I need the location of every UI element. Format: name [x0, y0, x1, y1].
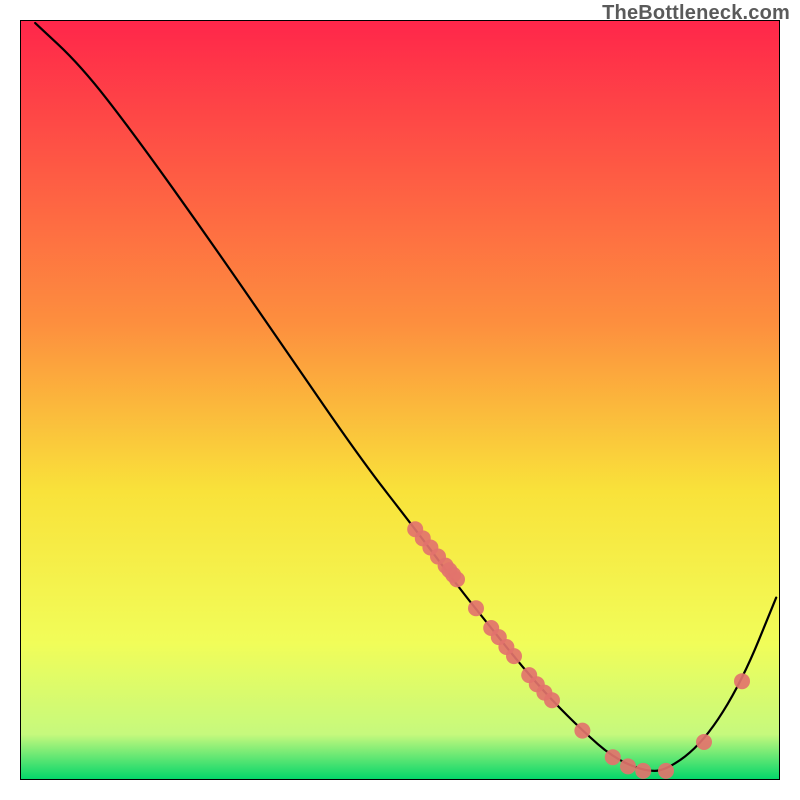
- highlight-dot: [574, 723, 590, 739]
- plot-area: [20, 20, 780, 780]
- highlight-dot: [468, 600, 484, 616]
- highlight-dot: [658, 763, 674, 779]
- highlight-dot: [620, 758, 636, 774]
- highlight-dot: [506, 648, 522, 664]
- highlight-dot: [544, 692, 560, 708]
- highlight-dot: [635, 763, 651, 779]
- highlight-dot: [734, 673, 750, 689]
- chart-svg: [20, 20, 780, 780]
- highlight-dot: [605, 749, 621, 765]
- chart-stage: TheBottleneck.com: [0, 0, 800, 800]
- highlight-dot: [449, 571, 465, 587]
- highlight-dot: [696, 734, 712, 750]
